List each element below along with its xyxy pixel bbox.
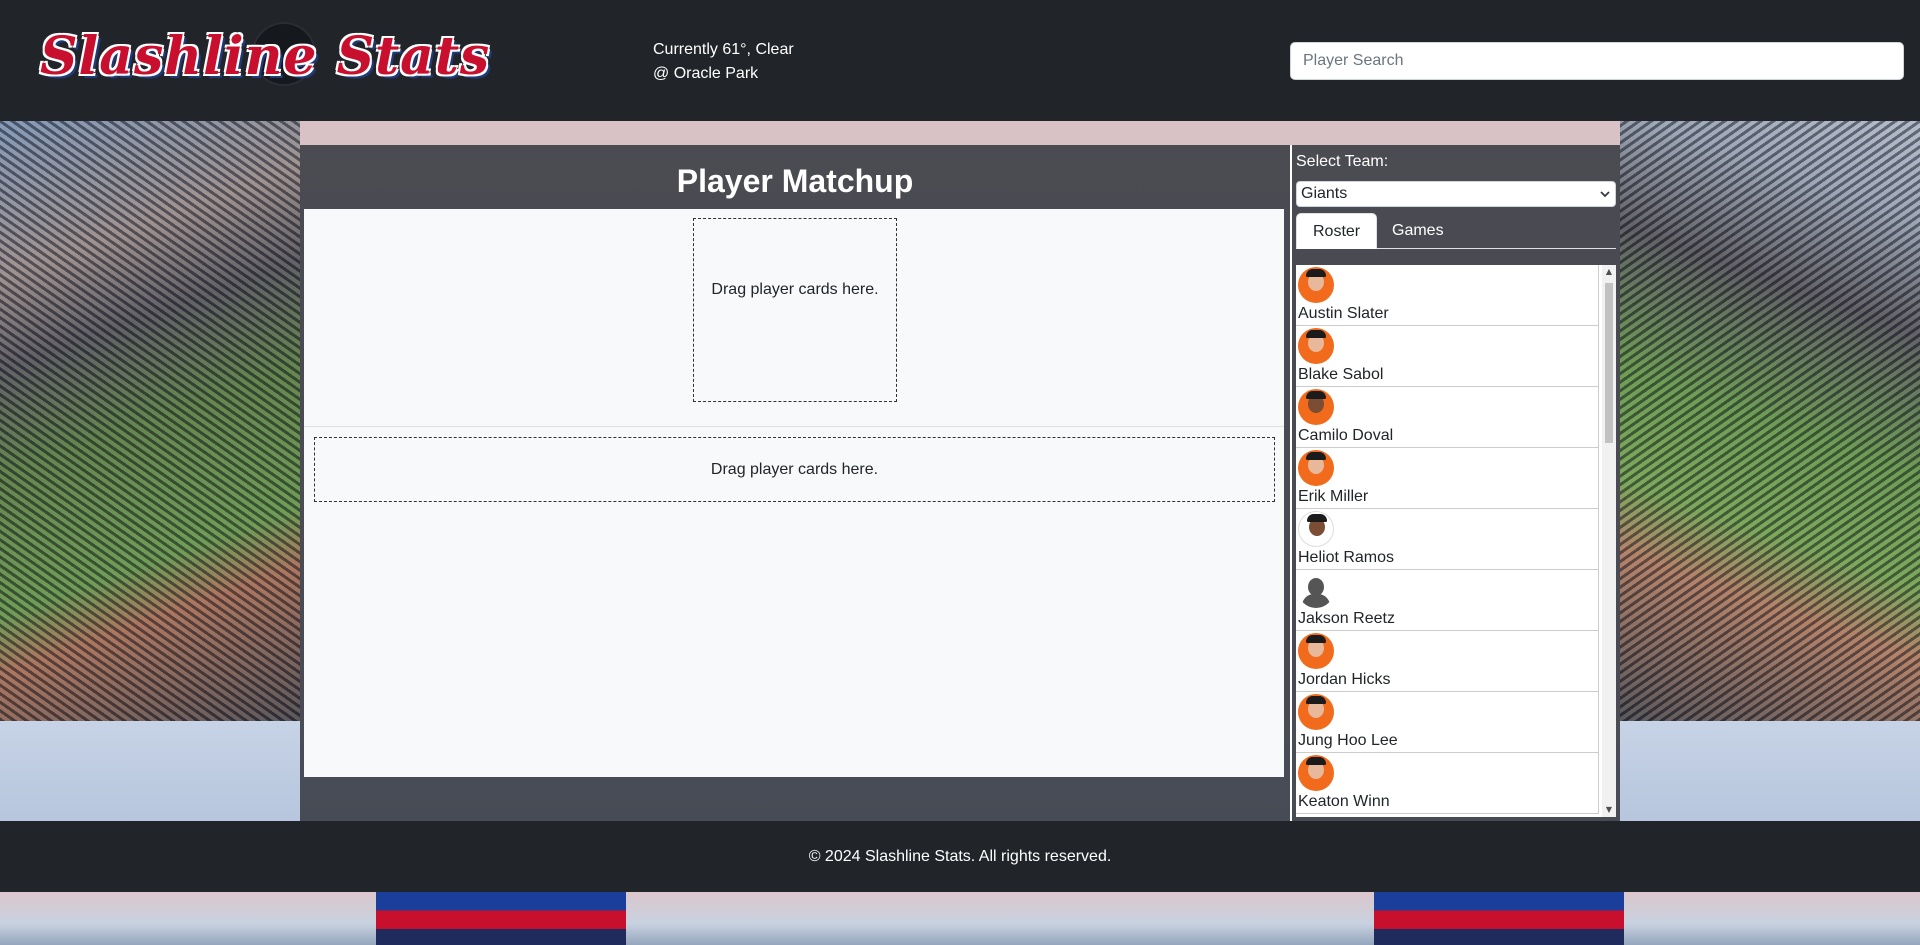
player-card[interactable]: Jung Hoo Lee [1296,692,1599,753]
player-card[interactable]: Blake Sabol [1296,326,1599,387]
scroll-down-icon[interactable]: ▼ [1602,803,1616,817]
player-name: Heliot Ramos [1298,549,1395,566]
roster-list[interactable]: Austin Slater Blake Sabol Camilo Doval E… [1296,265,1616,817]
scoreboard-image [376,892,626,945]
drop-zone-label: Drag player cards here. [711,281,879,298]
copyright-text: © 2024 Slashline Stats. All rights reser… [808,847,1112,865]
player-card[interactable]: Jordan Hicks [1296,631,1599,692]
player-name: Austin Slater [1298,305,1389,322]
site-footer: © 2024 Slashline Stats. All rights reser… [0,821,1920,892]
tab-roster[interactable]: Roster [1296,213,1378,249]
background-stadium-left [0,121,300,721]
player-name: Jakson Reetz [1298,610,1395,627]
batter-drop-zone[interactable]: Drag player cards here. [314,437,1275,502]
scoreboard-image [1374,892,1624,945]
roster-items: Austin Slater Blake Sabol Camilo Doval E… [1296,265,1602,814]
divider [304,426,1284,427]
page-title: Player Matchup [676,163,914,199]
pitcher-drop-zone[interactable]: Drag player cards here. [693,218,897,402]
player-matchup-panel: Player Matchup Drag player cards here. D… [300,145,1290,821]
matchup-body: Drag player cards here. Drag player card… [304,209,1284,777]
weather-info: Currently 61°, Clear @ Oracle Park [653,38,794,86]
player-headshot-icon [1298,267,1334,303]
player-card[interactable]: Camilo Doval [1296,387,1599,448]
background-stadium-right [1620,121,1920,721]
player-card[interactable]: Heliot Ramos [1296,509,1599,570]
site-header: Slashline Stats Currently 61°, Clear @ O… [0,0,1920,121]
roster-scrollbar[interactable]: ▲ ▼ [1602,265,1616,817]
player-headshot-icon [1298,450,1334,486]
placeholder-avatar-icon [1298,572,1334,608]
player-card[interactable]: Erik Miller [1296,448,1599,509]
team-select[interactable]: Giants [1296,181,1616,207]
logo-text: Slashline Stats [40,26,491,87]
team-select-value: Giants [1301,185,1348,202]
player-headshot-icon [1298,755,1334,791]
sidebar-tabs: Roster Games [1296,209,1616,249]
player-card[interactable]: Austin Slater [1296,265,1599,326]
drop-zone-label: Drag player cards here. [710,460,879,478]
select-team-label: Select Team: [1296,153,1389,170]
team-sidebar: Select Team: Giants Roster Games Austin … [1290,145,1620,821]
player-name: Jordan Hicks [1298,671,1391,688]
player-headshot-icon [1298,511,1334,547]
player-headshot-icon [1298,694,1334,730]
player-headshot-icon [1298,389,1334,425]
player-card[interactable]: Jakson Reetz [1296,570,1599,631]
player-name: Keaton Winn [1298,793,1390,810]
site-logo[interactable]: Slashline Stats [40,20,489,100]
player-name: Jung Hoo Lee [1298,732,1398,749]
chevron-down-icon [1600,191,1610,198]
weather-current: Currently 61°, Clear [653,41,794,58]
background-bottom [0,892,1920,945]
tab-games[interactable]: Games [1376,213,1460,249]
player-search-input[interactable] [1290,42,1904,80]
weather-location: @ Oracle Park [653,65,759,82]
player-headshot-icon [1298,328,1334,364]
player-headshot-icon [1298,633,1334,669]
player-name: Erik Miller [1298,488,1369,505]
scroll-thumb[interactable] [1605,283,1613,443]
player-name: Blake Sabol [1298,366,1384,383]
player-name: Camilo Doval [1298,427,1394,444]
scroll-up-icon[interactable]: ▲ [1602,265,1616,279]
player-card[interactable]: Keaton Winn [1296,753,1599,814]
